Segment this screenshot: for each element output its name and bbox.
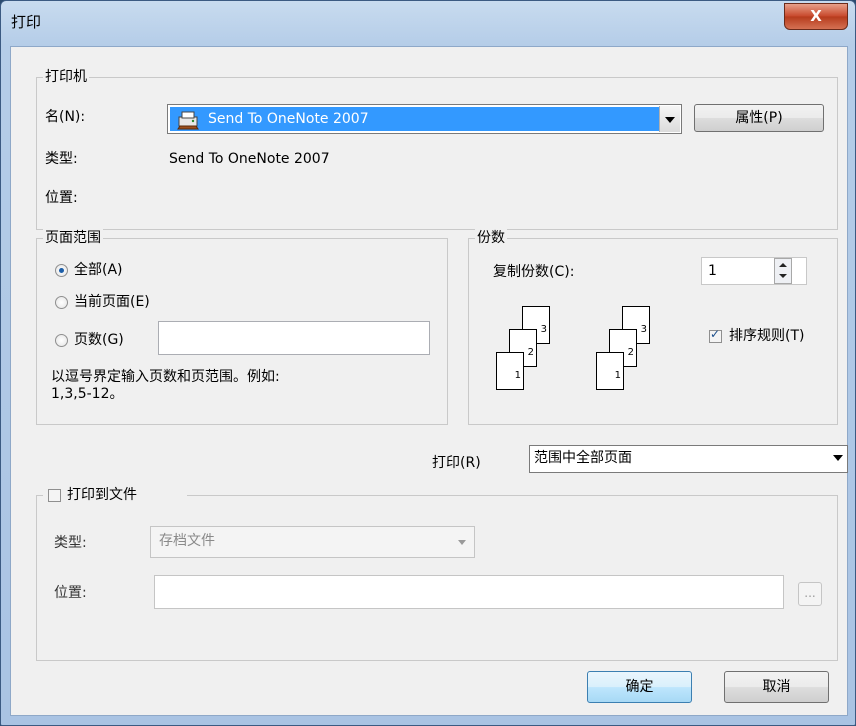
dialog-body: 打印机 名(N): Send To OneNote 2007 属性(P) 类型:… [10, 46, 848, 716]
chevron-down-icon[interactable] [659, 106, 680, 132]
dialog-title: 打印 [11, 13, 42, 31]
file-location-input[interactable] [154, 575, 784, 609]
print-dialog: 打印 X 打印机 名(N): Send To OneNote 2007 属性(P… [0, 0, 856, 726]
radio-pages[interactable] [55, 334, 68, 347]
printer-name-value: Send To OneNote 2007 [208, 111, 369, 127]
spin-down-icon[interactable] [775, 272, 791, 282]
copies-spinner[interactable] [774, 258, 792, 284]
printer-name-label: 名(N): [45, 109, 86, 125]
title-bar[interactable]: 打印 X [1, 1, 856, 45]
chevron-down-icon [458, 540, 466, 545]
printer-icon [177, 111, 199, 130]
radio-pages-label[interactable]: 页数(G) [74, 331, 124, 349]
printer-group: 打印机 [36, 68, 838, 230]
collate-label[interactable]: 排序规则(T) [729, 327, 804, 345]
radio-all-pages[interactable] [55, 264, 68, 277]
print-what-value: 范围中全部页面 [534, 450, 632, 466]
file-type-combo[interactable]: 存档文件 [150, 526, 475, 558]
file-location-label: 位置: [54, 585, 87, 601]
print-to-file-legend: 打印到文件 [43, 485, 187, 505]
properties-button[interactable]: 属性(P) [694, 104, 824, 132]
printer-location-label: 位置: [45, 190, 78, 206]
copies-count-label: 复制份数(C): [493, 264, 575, 280]
chevron-down-icon [833, 455, 843, 461]
copies-legend: 份数 [475, 229, 507, 247]
pages-input[interactable] [158, 321, 430, 355]
cancel-button[interactable]: 取消 [724, 671, 829, 703]
page-1-icon: 1 [496, 352, 524, 390]
radio-all-pages-label[interactable]: 全部(A) [74, 261, 123, 279]
printer-name-combo[interactable]: Send To OneNote 2007 [167, 104, 682, 134]
file-type-value: 存档文件 [159, 533, 215, 549]
page-range-legend: 页面范围 [43, 229, 103, 247]
radio-current-page[interactable] [55, 296, 68, 309]
collated-pages-icon-2: 3 2 1 [596, 306, 658, 390]
radio-current-page-label[interactable]: 当前页面(E) [74, 293, 150, 311]
spin-up-icon[interactable] [775, 260, 791, 270]
page-range-hint-line2: 1,3,5-12。 [51, 386, 124, 402]
file-type-label: 类型: [54, 535, 87, 551]
print-to-file-label[interactable]: 打印到文件 [67, 486, 137, 504]
browse-button[interactable]: ... [798, 582, 822, 606]
ok-button[interactable]: 确定 [587, 671, 692, 703]
printer-group-legend: 打印机 [43, 68, 89, 86]
collated-pages-icon: 3 2 1 [496, 306, 558, 390]
printer-type-label: 类型: [45, 151, 78, 167]
page-1-icon: 1 [596, 352, 624, 390]
close-button[interactable]: X [784, 3, 848, 30]
printer-type-value: Send To OneNote 2007 [169, 151, 330, 167]
print-what-combo[interactable]: 范围中全部页面 [529, 445, 848, 473]
page-range-hint-line1: 以逗号界定输入页数和页范围。例如: [51, 369, 280, 385]
print-what-label: 打印(R) [432, 455, 481, 471]
print-to-file-checkbox[interactable] [48, 489, 61, 502]
collate-checkbox[interactable] [709, 327, 722, 343]
